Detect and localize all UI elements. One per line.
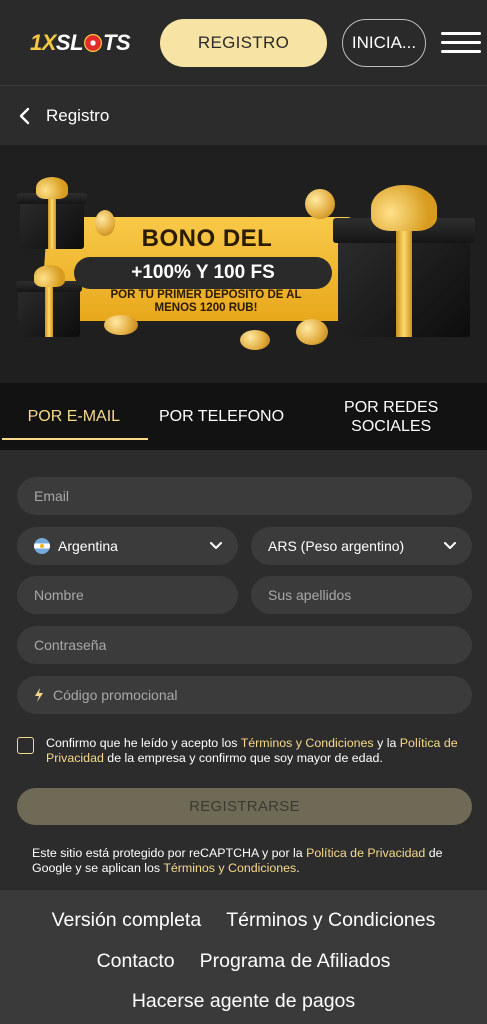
brand-logo[interactable]: 1X SL TS — [30, 27, 146, 59]
chevron-down-icon — [210, 542, 222, 549]
terms-checkbox[interactable] — [17, 737, 34, 754]
chevron-left-icon[interactable] — [18, 107, 32, 125]
footer-link-payment-agent[interactable]: Hacerse agente de pagos — [132, 990, 355, 1013]
registration-form: Email Argentina ARS (Peso argentino) Nom… — [0, 450, 487, 890]
logo-wheel-icon — [84, 34, 103, 52]
name-field[interactable]: Nombre — [17, 576, 238, 614]
banner-highlight: +100% Y 100 FS — [74, 257, 332, 289]
password-field[interactable]: Contraseña — [17, 626, 472, 664]
logo-text-sl: SL — [55, 30, 84, 55]
chevron-down-icon — [444, 542, 456, 549]
promo-placeholder: Código promocional — [53, 687, 178, 703]
email-placeholder: Email — [34, 488, 70, 504]
google-privacy-link[interactable]: Política de Privacidad — [306, 846, 425, 860]
footer-link-contact[interactable]: Contacto — [97, 950, 175, 973]
recaptcha-notice: Este sitio está protegido por reCAPTCHA … — [32, 846, 443, 875]
banner-title: BONO DEL — [141, 225, 273, 252]
footer-link-terms[interactable]: Términos y Condiciones — [226, 909, 435, 932]
terms-consent-text: Confirmo que he leído y acepto los Térmi… — [46, 736, 458, 765]
currency-value: ARS (Peso argentino) — [268, 538, 405, 554]
gift-box-icon — [17, 177, 87, 249]
hamburger-menu-icon[interactable] — [441, 32, 481, 54]
bonus-banner: BONO DEL +100% Y 100 FS POR TU PRIMER DE… — [0, 145, 487, 383]
logo-text-1x: 1X — [30, 30, 56, 55]
footer-link-full-version[interactable]: Versión completa — [52, 909, 202, 932]
tab-social[interactable]: POR REDES SOCIALES — [295, 383, 487, 450]
back-navigation-bar: Registro — [0, 87, 487, 145]
submit-register-button[interactable]: REGISTRARSE — [17, 788, 472, 825]
login-button[interactable]: INICIA... — [342, 19, 426, 67]
footer-link-affiliates[interactable]: Programa de Afiliados — [200, 950, 391, 973]
coin-icon — [296, 319, 328, 345]
footer-links: Versión completa Términos y Condiciones … — [0, 890, 487, 1024]
terms-consent-row: Confirmo que he leído y acepto los Térmi… — [17, 736, 467, 766]
surname-field[interactable]: Sus apellidos — [251, 576, 472, 614]
promo-code-field[interactable]: Código promocional — [17, 676, 472, 714]
top-header: 1X SL TS REGISTRO INICIA... — [0, 0, 487, 86]
country-select[interactable]: Argentina — [17, 527, 238, 565]
argentina-flag-icon — [34, 538, 50, 554]
registration-method-tabs: POR E-MAIL POR TELEFONO POR REDES SOCIAL… — [0, 383, 487, 450]
country-value: Argentina — [58, 538, 118, 554]
logo-text-ts: TS — [103, 30, 131, 55]
password-placeholder: Contraseña — [34, 637, 107, 653]
page-title: Registro — [46, 106, 110, 125]
gift-box-icon — [332, 185, 476, 337]
lightning-icon — [35, 688, 43, 702]
email-field[interactable]: Email — [17, 477, 472, 515]
terms-link[interactable]: Términos y Condiciones — [241, 736, 374, 750]
register-button[interactable]: REGISTRO — [160, 19, 327, 67]
tab-email[interactable]: POR E-MAIL — [0, 383, 148, 450]
currency-select[interactable]: ARS (Peso argentino) — [251, 527, 472, 565]
coin-icon — [104, 315, 138, 335]
name-placeholder: Nombre — [34, 587, 84, 603]
tab-phone[interactable]: POR TELEFONO — [148, 383, 296, 450]
surname-placeholder: Sus apellidos — [268, 587, 352, 603]
coin-icon — [305, 189, 335, 219]
gift-box-icon — [15, 265, 83, 337]
coin-icon — [240, 330, 270, 350]
banner-subtitle: POR TU PRIMER DEPÓSITO DE AL MENOS 1200 … — [110, 289, 302, 314]
google-terms-link[interactable]: Términos y Condiciones — [163, 861, 296, 875]
